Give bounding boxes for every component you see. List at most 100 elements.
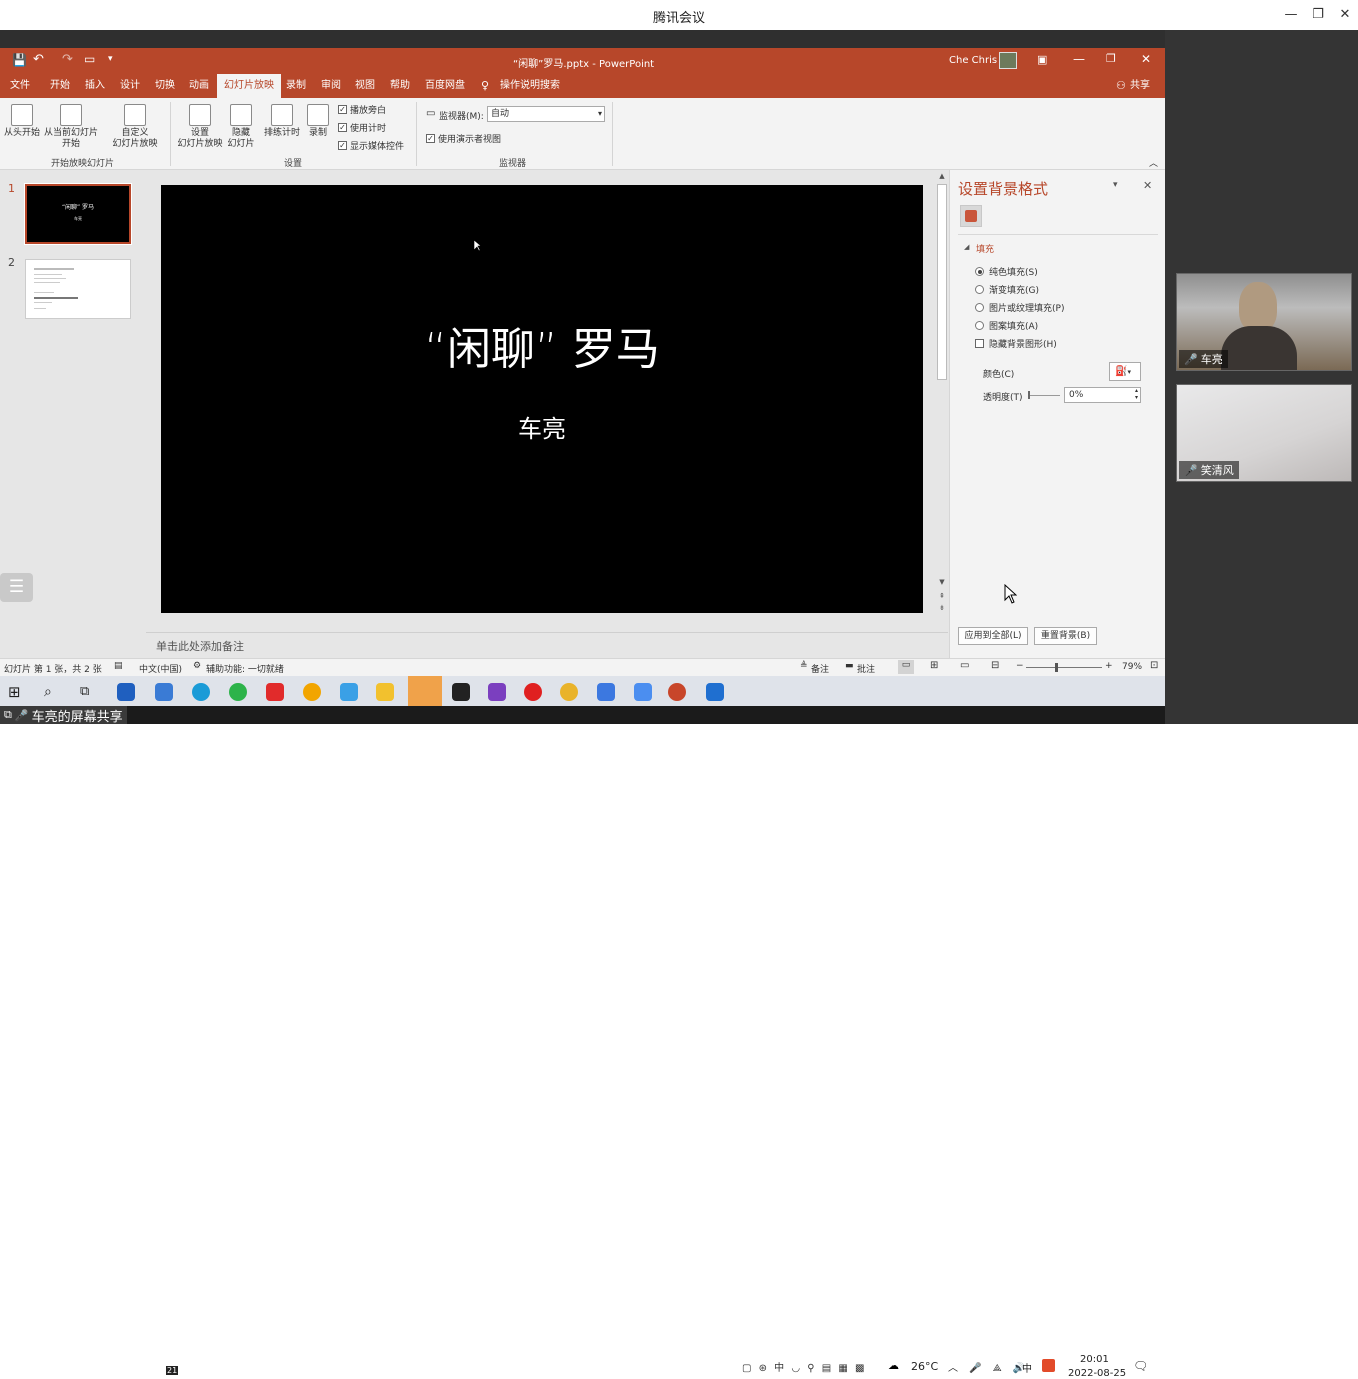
apply-to-all-button[interactable]: 应用到全部(L) [958, 627, 1028, 645]
presenter-view-checkbox[interactable]: ✓ 使用演示者视图 [426, 132, 501, 145]
edge-icon[interactable] [192, 683, 210, 701]
app-blue-icon[interactable] [597, 683, 615, 701]
scroll-thumb[interactable] [937, 184, 947, 380]
hide-background-checkbox[interactable]: 隐藏背景图形(H) [975, 337, 1057, 350]
notes-pane[interactable]: 单击此处添加备注 [146, 632, 948, 658]
tab-help[interactable]: 帮助 [390, 74, 410, 98]
slide-canvas[interactable]: “闲聊” 罗马 车亮 [161, 185, 923, 613]
tab-view[interactable]: 视图 [355, 74, 375, 98]
search-app-icon[interactable] [303, 683, 321, 701]
redo-icon[interactable]: ↷ [62, 52, 73, 67]
fill-tab-button[interactable] [960, 205, 982, 227]
folder-icon[interactable] [376, 683, 394, 701]
app-blue2-icon[interactable] [634, 683, 652, 701]
ribbon-display-icon[interactable]: ▣ [1037, 53, 1047, 66]
tab-record[interactable]: 录制 [286, 74, 306, 98]
onenote-icon[interactable] [488, 683, 506, 701]
sorter-view-icon[interactable]: ⊞ [930, 660, 938, 671]
app-red-icon[interactable] [266, 683, 284, 701]
record-button[interactable]: 录制 [304, 104, 332, 139]
transparency-input[interactable]: 0% ▴ ▾ [1064, 387, 1141, 403]
comments-toggle[interactable]: 批注 [857, 662, 875, 675]
powerpoint-icon[interactable] [668, 683, 686, 701]
gradient-fill-radio[interactable]: 渐变填充(G) [975, 283, 1039, 296]
zoom-slider-handle[interactable] [1055, 663, 1058, 672]
from-current-button[interactable]: 从当前幻灯片 开始 [42, 104, 100, 150]
scroll-down-icon[interactable]: ▼ [935, 578, 949, 586]
mail-icon[interactable] [155, 683, 173, 701]
narration-checkbox[interactable]: ✓ 播放旁白 [338, 103, 386, 116]
pane-close-icon[interactable]: ✕ [1143, 179, 1152, 192]
network-app-icon[interactable] [340, 683, 358, 701]
hide-slide-button[interactable]: 隐藏 幻灯片 [224, 104, 258, 150]
share-button[interactable]: 共享 [1130, 74, 1150, 98]
tencent-meeting-icon[interactable] [706, 683, 724, 701]
collapse-section-icon[interactable]: ◢ [964, 243, 969, 251]
tray-apps-icon[interactable]: ▢ ⊛ 中 ◡ ⚲ ▤ ▦ ▩ [742, 1359, 866, 1374]
notes-app-icon[interactable] [452, 683, 470, 701]
timing-checkbox[interactable]: ✓ 使用计时 [338, 121, 386, 134]
tab-review[interactable]: 审阅 [321, 74, 341, 98]
setup-slideshow-button[interactable]: 设置 幻灯片放映 [176, 104, 224, 150]
picture-fill-radio[interactable]: 图片或纹理填充(P) [975, 301, 1064, 314]
clock-time[interactable]: 20:01 [1080, 1354, 1109, 1365]
notes-placeholder[interactable]: 单击此处添加备注 [156, 638, 244, 654]
monitor-select[interactable]: 自动 ▾ [487, 106, 605, 122]
reading-view-icon[interactable]: ▭ [960, 660, 969, 671]
tab-insert[interactable]: 插入 [85, 74, 105, 98]
reset-background-button[interactable]: 重置背景(B) [1034, 627, 1097, 645]
from-start-button[interactable]: 从头开始 [2, 104, 42, 139]
restore-icon[interactable]: ❐ [1308, 5, 1328, 25]
fit-slide-icon[interactable]: ⊡ [1150, 660, 1158, 671]
customize-qat-icon[interactable]: ▾ [108, 54, 113, 64]
notes-toggle[interactable]: 备注 [811, 662, 829, 675]
list-menu-button[interactable]: ☰ [0, 573, 33, 602]
sogou-icon[interactable] [1042, 1359, 1055, 1372]
browser-icon[interactable] [229, 683, 247, 701]
pp-minimize-icon[interactable]: — [1073, 52, 1085, 66]
zoom-level[interactable]: 79% [1122, 662, 1142, 672]
tab-file[interactable]: 文件 [10, 74, 30, 98]
clock-date[interactable]: 2022-08-25 [1068, 1368, 1126, 1379]
next-slide-icon[interactable]: ⇟ [935, 604, 949, 612]
participant-video-tile[interactable]: 🎤 车亮 [1176, 273, 1352, 371]
save-icon[interactable]: 💾 [12, 53, 27, 67]
zoom-in-icon[interactable]: + [1105, 661, 1113, 671]
fill-section-label[interactable]: 填充 [976, 242, 994, 255]
store-icon[interactable] [117, 683, 135, 701]
avatar[interactable] [999, 52, 1017, 69]
share-icon[interactable]: ⚇ [1116, 74, 1126, 98]
search-icon[interactable]: ⌕ [44, 683, 62, 701]
task-view-icon[interactable]: ⧉ [80, 683, 98, 701]
undo-icon[interactable]: ↶ [33, 52, 44, 67]
previous-slide-icon[interactable]: ⇞ [935, 592, 949, 600]
zoom-slider[interactable] [1026, 667, 1102, 668]
scroll-up-icon[interactable]: ▲ [935, 172, 949, 180]
slide-subtitle[interactable]: 车亮 [161, 409, 923, 444]
slider-handle[interactable] [1028, 391, 1030, 399]
tab-design[interactable]: 设计 [120, 74, 140, 98]
user-name[interactable]: Che Chris [949, 55, 997, 66]
pp-restore-icon[interactable]: ❐ [1106, 52, 1116, 65]
normal-view-icon[interactable]: ▭ [898, 660, 914, 674]
transparency-slider[interactable] [1028, 395, 1060, 396]
rehearse-button[interactable]: 排练计时 [262, 104, 302, 139]
tab-animations[interactable]: 动画 [189, 74, 209, 98]
pp-close-icon[interactable]: ✕ [1141, 52, 1151, 66]
slide-title[interactable]: “闲聊” 罗马 [161, 313, 923, 377]
start-icon[interactable]: ⊞ [8, 683, 26, 701]
tray-icons[interactable]: ︿ 🎤 ⟁ 🔊 [948, 1359, 1029, 1374]
temperature[interactable]: 26°C [911, 1360, 938, 1373]
slide-thumbnail-1[interactable]: “闲聊” 罗马 车亮 [24, 183, 132, 245]
close-icon[interactable]: ✕ [1335, 5, 1355, 25]
media-controls-checkbox[interactable]: ✓ 显示媒体控件 [338, 139, 404, 152]
tab-baidu[interactable]: 百度网盘 [425, 74, 465, 98]
tab-slideshow[interactable]: 幻灯片放映 [217, 74, 281, 98]
tell-me-search[interactable]: 操作说明搜索 [500, 74, 560, 98]
solid-fill-radio[interactable]: 纯色填充(S) [975, 265, 1038, 278]
wechat-active-icon[interactable] [408, 676, 442, 706]
slideshow-view-icon[interactable]: ⊟ [991, 660, 999, 671]
notification-icon[interactable]: 🗨 [1133, 1359, 1148, 1373]
language-status[interactable]: 中文(中国) [139, 662, 182, 675]
collapse-ribbon-icon[interactable]: ︿ [1149, 156, 1158, 169]
